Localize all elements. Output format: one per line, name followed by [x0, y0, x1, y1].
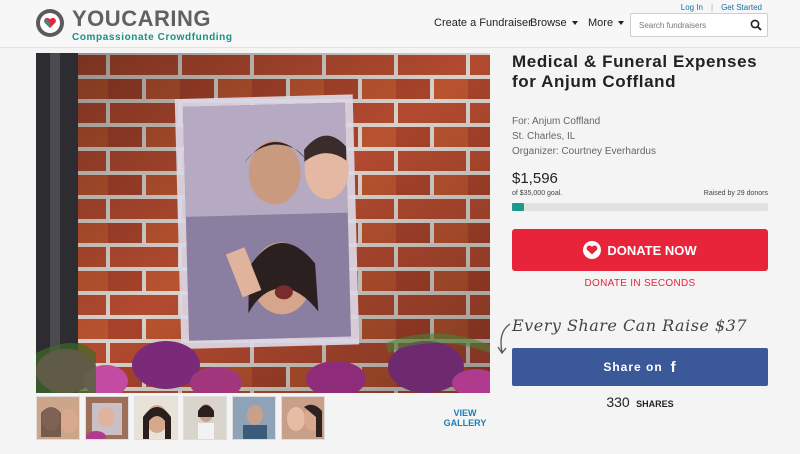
login-link[interactable]: Log In: [681, 3, 703, 12]
progress-bar-fill: [512, 203, 524, 211]
nav-browse[interactable]: Browse: [530, 17, 578, 29]
donate-now-label: DONATE NOW: [607, 242, 697, 258]
goal-text: of $35,000 goal.: [512, 190, 563, 197]
nav-create-fundraiser[interactable]: Create a Fundraiser: [434, 17, 532, 29]
share-count-number: 330: [606, 394, 630, 410]
share-on-label: Share on: [603, 360, 663, 374]
campaign-title: Medical & Funeral Expenses for Anjum Cof…: [512, 52, 758, 91]
nav-more-label: More: [588, 17, 614, 29]
heart-icon: [583, 241, 602, 259]
heart-logo-icon: [36, 9, 64, 37]
memorial-photo-illustration: [36, 53, 490, 393]
share-count-label: SHARES: [636, 399, 674, 409]
organizer-text: Organizer: Courtney Everhardus: [512, 146, 656, 157]
gallery-thumbnail-1[interactable]: [36, 396, 80, 440]
chevron-down-icon: [618, 21, 625, 26]
nav-more[interactable]: More: [588, 17, 625, 29]
gallery-thumbnail-4[interactable]: [183, 396, 227, 440]
search-input[interactable]: [631, 14, 743, 36]
donor-count: Raised by 29 donors: [703, 190, 768, 197]
gallery-thumbnails: [36, 396, 325, 440]
logo-tagline: Compassionate Crowdfunding: [72, 32, 233, 43]
account-links: Log In | Get Started: [681, 3, 762, 12]
beneficiary-text: For: Anjum Coffland: [512, 116, 601, 127]
logo-wordmark: YOUCARING: [72, 6, 211, 31]
get-started-link[interactable]: Get Started: [721, 3, 762, 12]
view-gallery-link[interactable]: VIEW GALLERY: [440, 408, 490, 428]
donate-in-seconds-text: DONATE IN SECONDS: [584, 278, 696, 289]
gallery-thumbnail-5[interactable]: [232, 396, 276, 440]
gallery-thumbnail-3[interactable]: [134, 396, 178, 440]
nav-browse-label: Browse: [530, 17, 567, 29]
share-on-facebook-button[interactable]: Share on f: [512, 348, 768, 386]
youcaring-logo[interactable]: YOUCARING Compassionate Crowdfunding: [36, 7, 233, 43]
campaign-main-photo[interactable]: [36, 53, 490, 393]
share-promo-text: Every Share Can Raise $37: [512, 316, 748, 335]
site-header: YOUCARING Compassionate Crowdfunding Log…: [0, 0, 800, 48]
search-box: [630, 13, 768, 37]
progress-bar: [512, 203, 768, 211]
location-text: St. Charles, IL: [512, 131, 576, 142]
chevron-down-icon: [571, 21, 578, 26]
divider: |: [711, 3, 714, 12]
search-icon[interactable]: [750, 19, 762, 31]
donate-now-button[interactable]: DONATE NOW: [512, 229, 768, 271]
share-count: 330 SHARES: [512, 394, 768, 412]
amount-raised: $1,596: [512, 170, 558, 187]
gallery-thumbnail-6[interactable]: [281, 396, 325, 440]
facebook-icon: f: [670, 358, 677, 376]
gallery-thumbnail-2[interactable]: [85, 396, 129, 440]
